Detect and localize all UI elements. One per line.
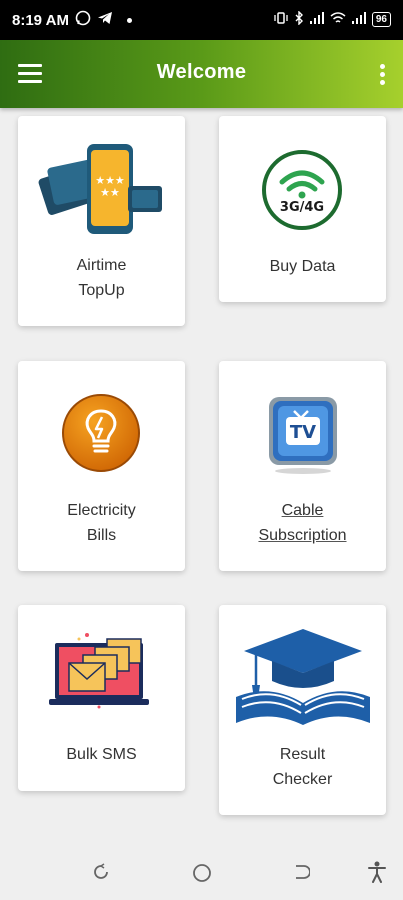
airtime-topup-label-line2: TopUp — [78, 282, 125, 299]
bulk-sms-label: Bulk SMS — [66, 746, 137, 763]
svg-text:★★: ★★ — [100, 186, 120, 199]
home-icon[interactable] — [192, 863, 212, 883]
status-time: 8:19 AM — [12, 11, 69, 29]
airtime-topup-label-line1: Airtime — [76, 257, 127, 274]
lightbulb-icon — [62, 394, 140, 472]
badge-3g4g: 3G/4G — [280, 200, 324, 215]
system-navigation-bar — [0, 845, 403, 900]
signal-icon-2 — [351, 12, 366, 27]
app-bar: Welcome — [0, 40, 403, 108]
envelopes-laptop-icon — [49, 633, 149, 709]
tv-badge: TV — [290, 422, 316, 443]
buy-data-label: Buy Data — [269, 258, 336, 275]
wifi-status-icon — [330, 12, 346, 27]
graduation-book-icon — [236, 629, 370, 725]
back-icon[interactable] — [292, 863, 310, 881]
buy-data-card[interactable]: 3G/4G Buy Data — [219, 116, 386, 302]
whatsapp-icon — [75, 10, 91, 30]
vibrate-icon — [274, 11, 288, 28]
cable-subscription-card[interactable]: TV Cable Subscription — [219, 361, 386, 571]
notification-dot-icon — [126, 17, 132, 23]
phone-cards-icon: ★★★ ★★ — [38, 144, 162, 234]
page-title: Welcome — [156, 61, 247, 83]
battery-icon: 96 — [371, 12, 391, 27]
result-checker-label-line2: Checker — [272, 771, 333, 788]
airtime-topup-card[interactable]: ★★★ ★★ Airtime TopUp — [18, 116, 185, 326]
recent-apps-icon[interactable] — [92, 863, 110, 881]
status-bar: 8:19 AM 96 — [0, 0, 403, 40]
accessibility-icon[interactable] — [368, 861, 386, 883]
wifi-3g4g-icon: 3G/4G — [262, 150, 342, 230]
cable-label-line1[interactable]: Cable — [219, 498, 386, 523]
cable-label-line2[interactable]: Subscription — [219, 523, 386, 548]
electricity-label-line2: Bills — [86, 527, 117, 544]
result-checker-card[interactable]: Result Checker — [219, 605, 386, 815]
tv-icon: TV — [269, 397, 337, 474]
electricity-label-line1: Electricity — [67, 502, 136, 519]
result-checker-label-line1: Result — [279, 746, 326, 763]
electricity-bills-card[interactable]: Electricity Bills — [18, 361, 185, 571]
signal-icon — [309, 12, 324, 27]
more-options-icon[interactable] — [380, 64, 386, 86]
bluetooth-icon — [294, 10, 304, 28]
bulk-sms-card[interactable]: Bulk SMS — [18, 605, 185, 791]
telegram-icon — [97, 10, 113, 30]
